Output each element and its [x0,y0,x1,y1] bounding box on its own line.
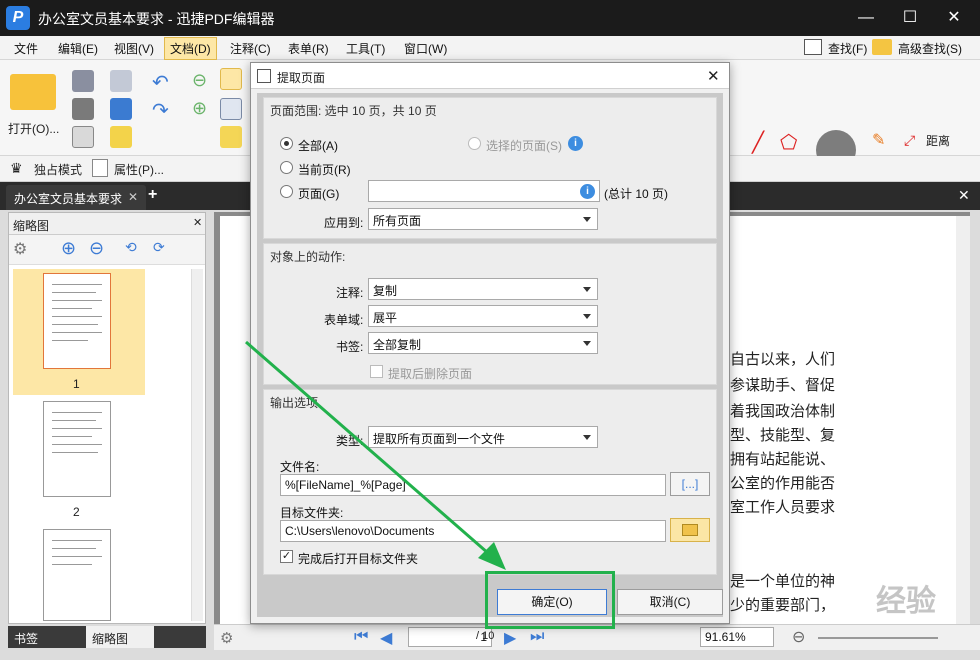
arrow-line [245,340,497,562]
annotation-arrow [245,340,506,570]
